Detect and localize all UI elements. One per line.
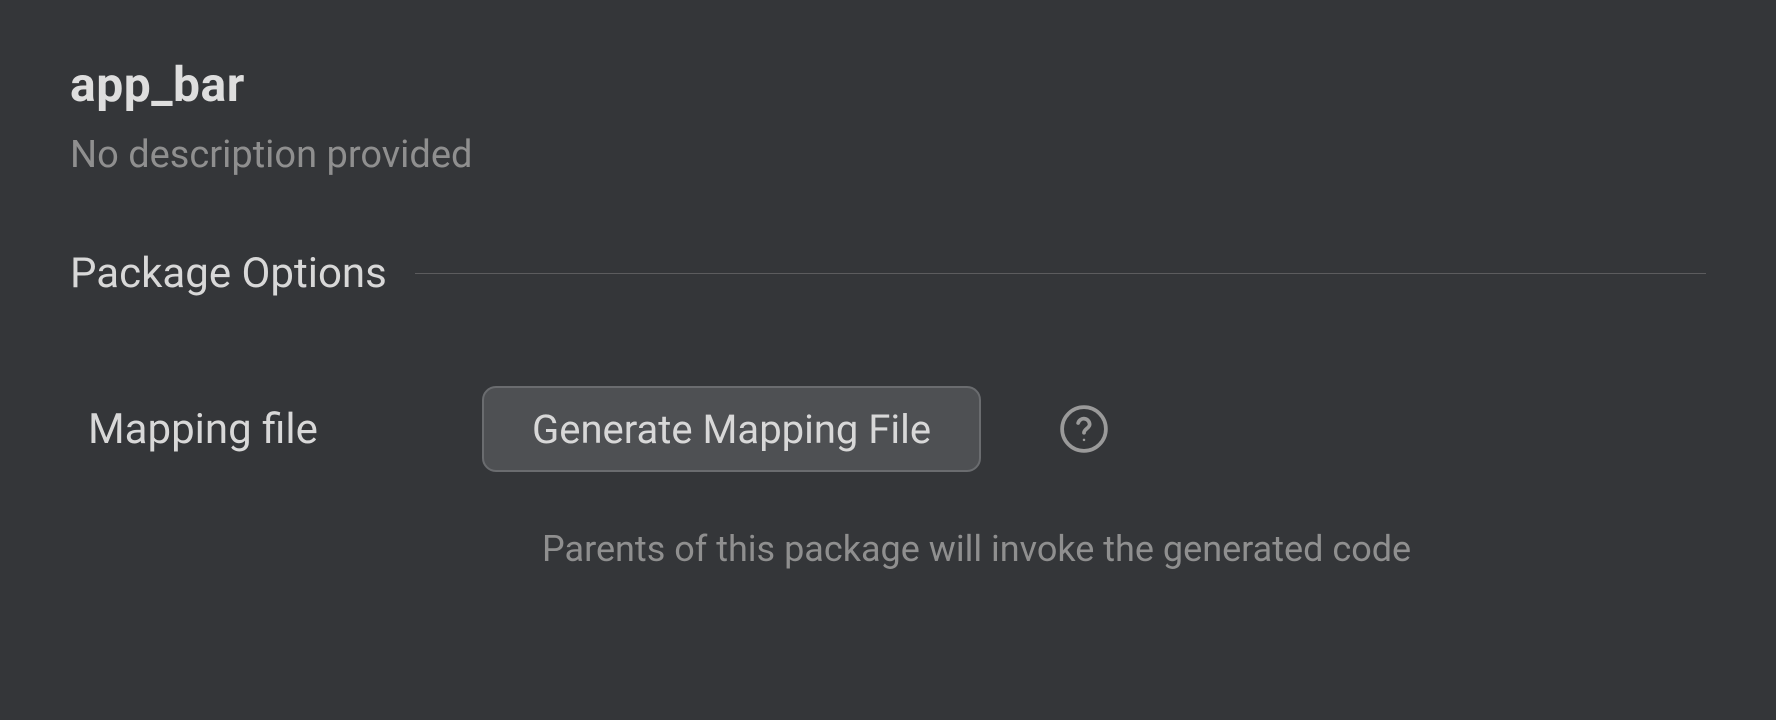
package-description: No description provided <box>70 133 1706 177</box>
mapping-file-label: Mapping file <box>88 405 482 454</box>
option-row-mapping-file: Mapping file Generate Mapping File <box>70 386 1706 472</box>
section-divider <box>415 273 1706 274</box>
generate-mapping-file-button[interactable]: Generate Mapping File <box>482 386 981 472</box>
mapping-file-hint-row: Parents of this package will invoke the … <box>70 528 1706 570</box>
help-icon[interactable] <box>1059 404 1109 454</box>
section-title: Package Options <box>70 249 415 298</box>
package-detail-panel: app_bar No description provided Package … <box>0 0 1776 610</box>
section-header-row: Package Options <box>70 249 1706 298</box>
mapping-file-hint: Parents of this package will invoke the … <box>542 528 1706 570</box>
package-title: app_bar <box>70 56 1706 113</box>
